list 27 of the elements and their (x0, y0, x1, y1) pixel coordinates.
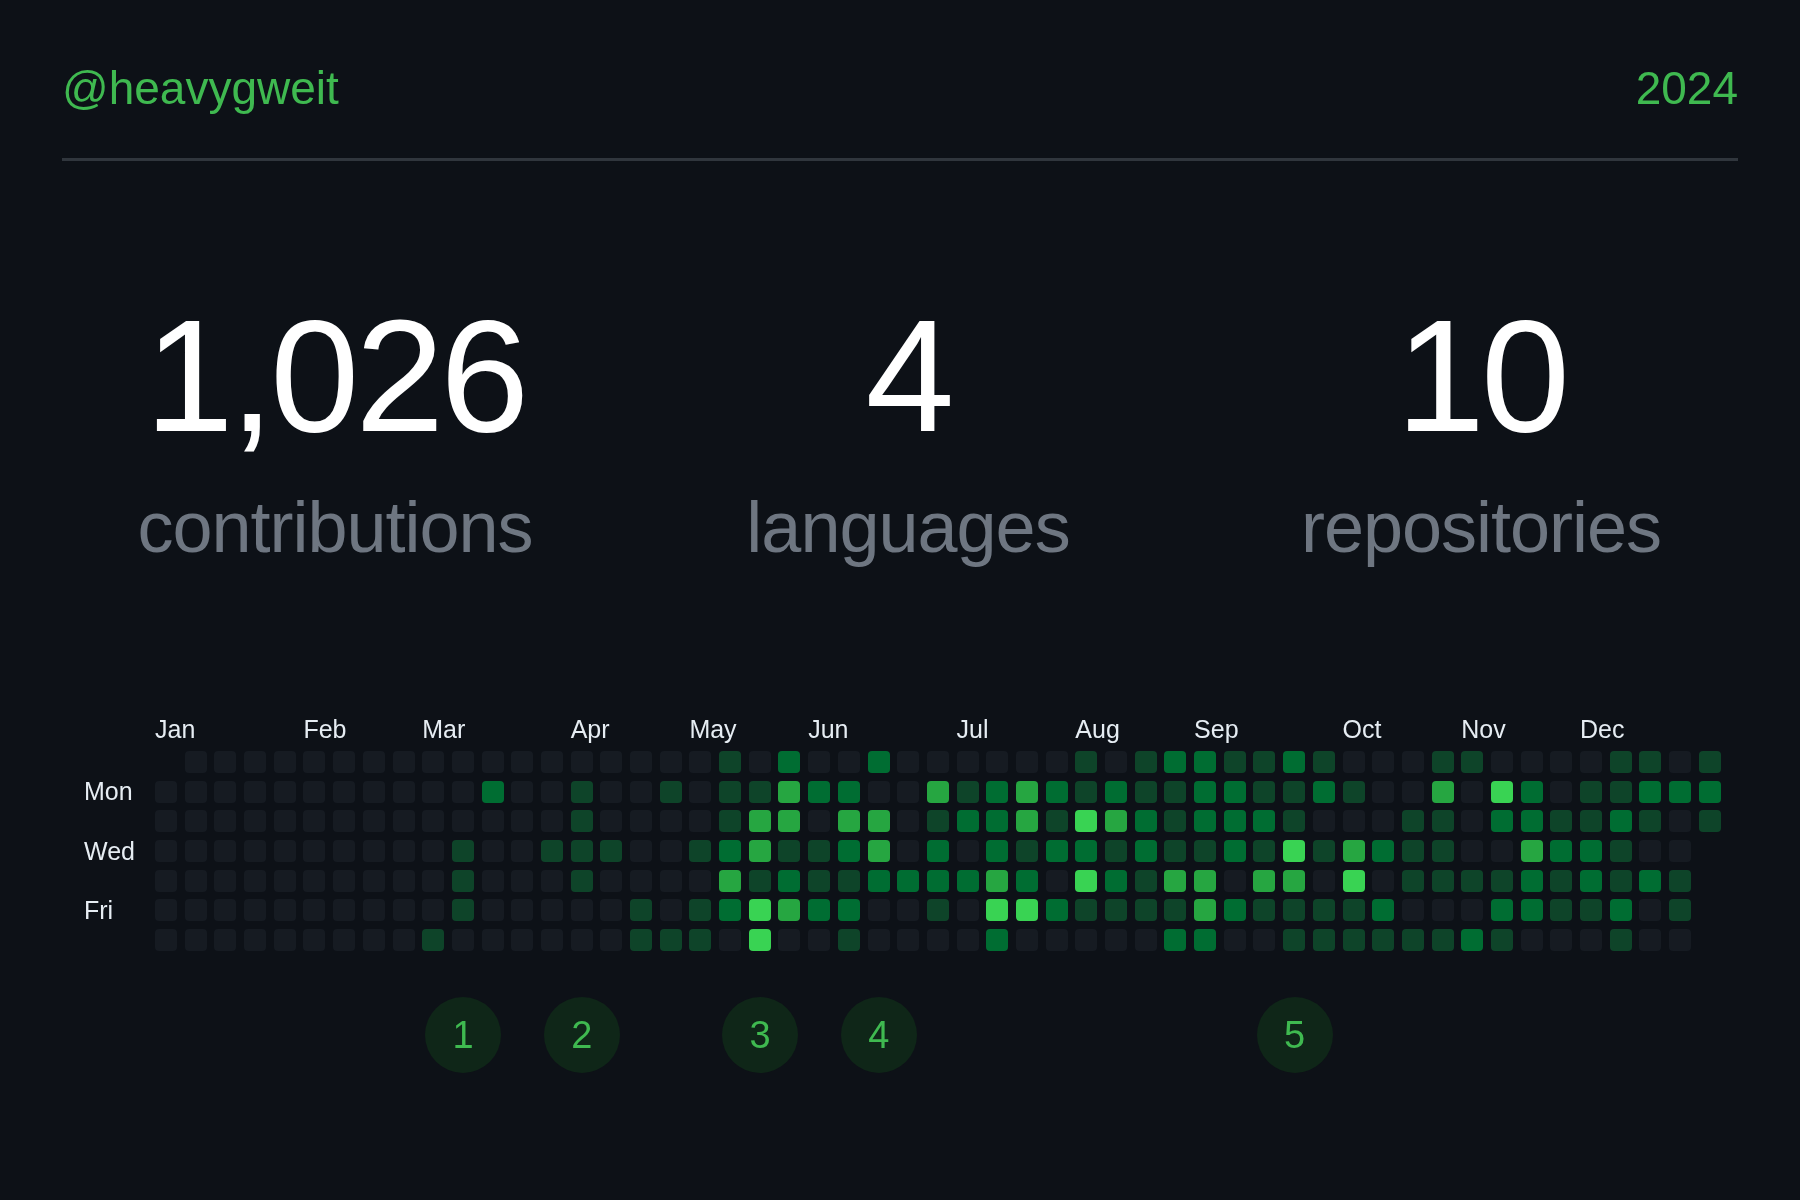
month-label: Dec (1580, 717, 1625, 742)
month-label: Aug (1075, 717, 1120, 742)
stat-label: repositories (1300, 487, 1662, 567)
month-label: Oct (1342, 717, 1382, 742)
milestone-marker: 2 (543, 997, 620, 1074)
stat-value: 10 (1396, 301, 1566, 451)
month-label: Feb (303, 717, 347, 742)
month-label: Mar (422, 717, 466, 742)
month-label: Sep (1194, 717, 1239, 742)
month-label: Jun (808, 717, 849, 742)
year-label: 2024 (1635, 65, 1738, 111)
stat-label: languages (746, 487, 1070, 567)
stat-value: 1,026 (144, 301, 526, 451)
weekday-label: Fri (84, 897, 114, 923)
milestone-marker: 3 (722, 997, 798, 1074)
milestone-marker: 4 (840, 997, 917, 1074)
month-label: Jul (956, 717, 989, 742)
month-label: Nov (1461, 717, 1506, 742)
milestone-marker: 5 (1256, 997, 1333, 1074)
stat-label: contributions (137, 487, 533, 567)
milestone-marker: 1 (425, 997, 501, 1074)
weekday-label: Wed (84, 838, 135, 864)
month-label: May (689, 717, 737, 742)
month-label: Jan (155, 717, 196, 742)
weekday-label: Mon (84, 779, 133, 805)
month-label: Apr (570, 717, 610, 742)
stat-value: 4 (865, 301, 951, 451)
